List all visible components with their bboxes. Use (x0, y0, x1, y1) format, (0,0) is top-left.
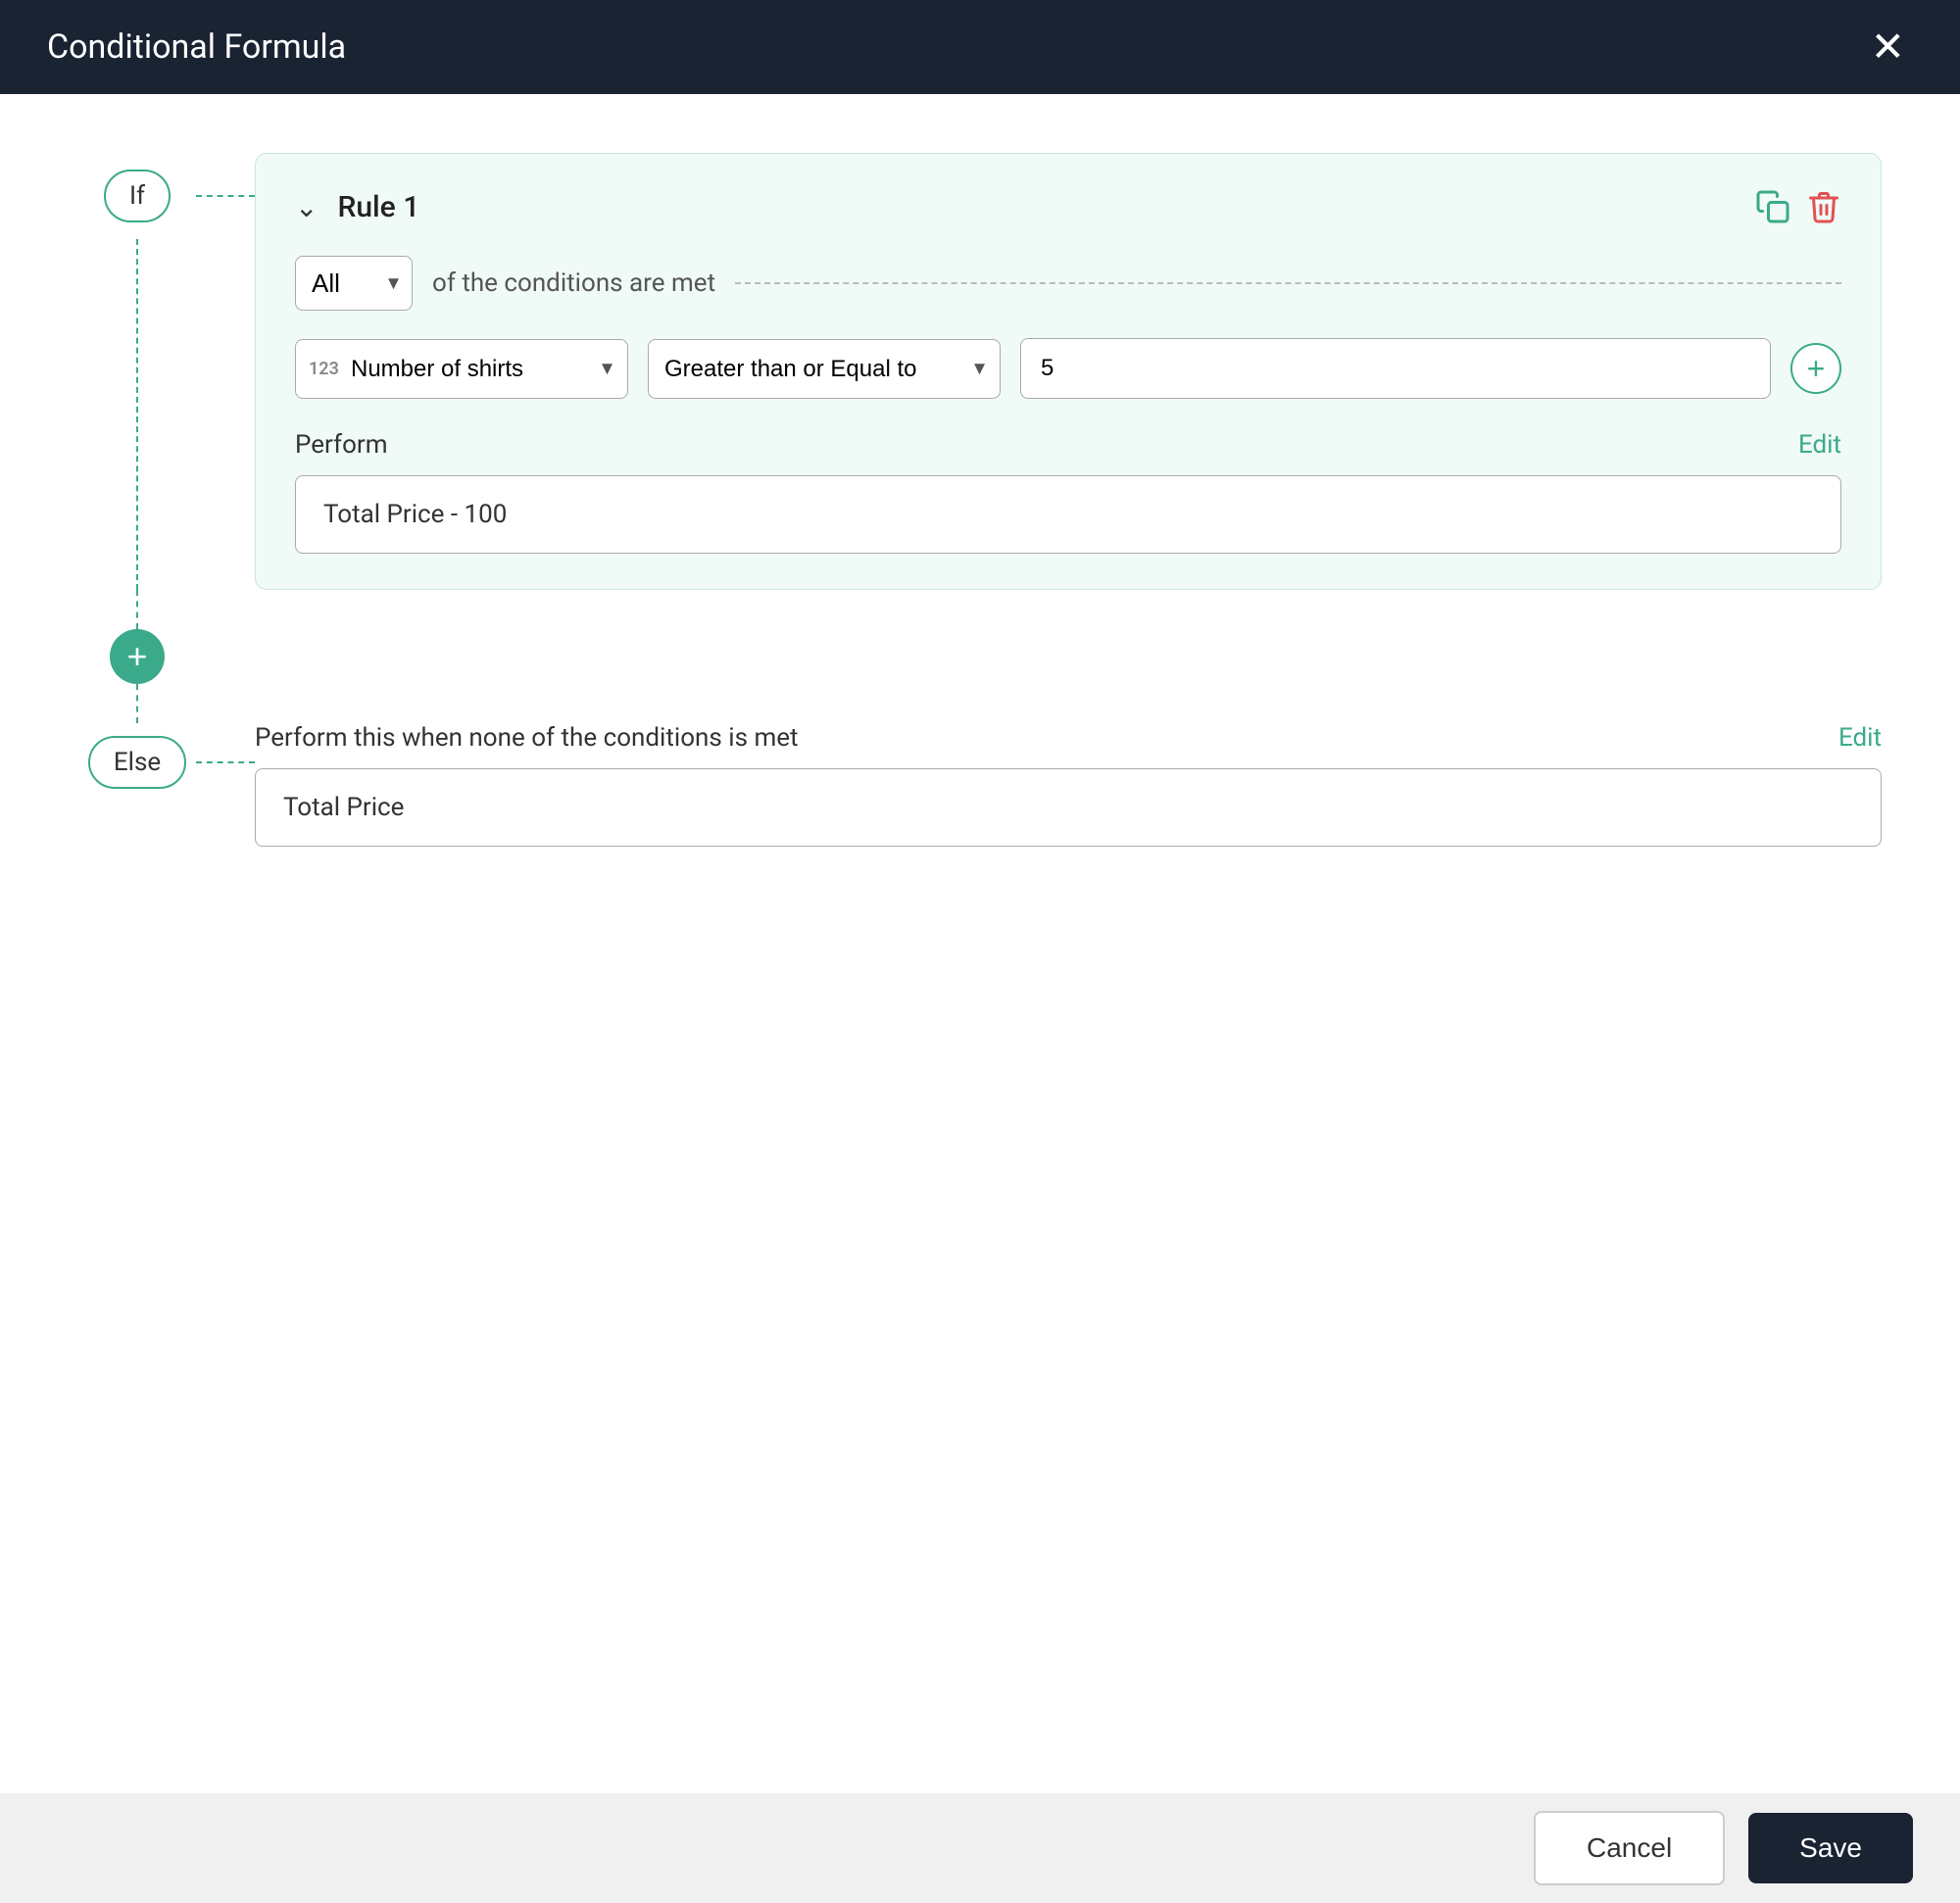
if-badge: If (104, 170, 171, 222)
if-left-col: If (78, 153, 196, 590)
h-connector-else (196, 723, 255, 802)
condition-value-input[interactable] (1020, 338, 1771, 399)
v-line-add-bottom (136, 684, 138, 723)
field-select[interactable]: Number of shirts (295, 339, 628, 399)
add-condition-button[interactable]: + (1790, 343, 1841, 394)
modal-title: Conditional Formula (47, 27, 346, 67)
condition-row: 123 Number of shirts Greater than or Equ… (295, 338, 1841, 399)
rule-card-col: ⌄ Rule 1 (255, 153, 1882, 590)
perform-value: Total Price - 100 (323, 500, 507, 529)
perform-edit-link[interactable]: Edit (1798, 430, 1841, 460)
perform-header: Perform Edit (295, 430, 1841, 460)
conditions-text: of the conditions are met (432, 268, 715, 298)
conditions-header: All Any of the conditions are met (295, 256, 1841, 311)
add-rule-left-col: + (78, 590, 196, 723)
operator-select-wrapper: Greater than or Equal to Equal to Less t… (648, 339, 1001, 399)
add-rule-button[interactable]: + (110, 629, 165, 684)
modal-header: Conditional Formula ✕ (0, 0, 1960, 94)
perform-box: Total Price - 100 (295, 475, 1841, 554)
h-line-if (196, 195, 255, 197)
else-perform-header: Perform this when none of the conditions… (255, 723, 1882, 753)
chevron-down-icon[interactable]: ⌄ (295, 191, 318, 223)
else-content: Perform this when none of the conditions… (255, 723, 1882, 847)
save-button[interactable]: Save (1748, 1813, 1913, 1883)
else-left-col: Else (78, 723, 196, 802)
else-badge: Else (88, 736, 186, 789)
add-rule-row: + (78, 590, 1882, 723)
rule-header-left: ⌄ Rule 1 (295, 190, 419, 224)
rule-header-right (1755, 189, 1841, 224)
modal-body: If ⌄ Rule 1 (0, 94, 1960, 1793)
delete-rule-button[interactable] (1806, 189, 1841, 224)
cancel-button[interactable]: Cancel (1534, 1811, 1725, 1885)
else-edit-link[interactable]: Edit (1838, 723, 1882, 753)
add-condition-icon: + (1807, 351, 1826, 387)
copy-rule-button[interactable] (1755, 189, 1790, 224)
add-rule-icon: + (126, 636, 147, 677)
h-connector-if (196, 153, 255, 590)
else-value: Total Price (283, 793, 404, 822)
else-box: Total Price (255, 768, 1882, 847)
dashed-separator (735, 282, 1841, 284)
else-row: Else Perform this when none of the condi… (78, 723, 1882, 847)
operator-select[interactable]: Greater than or Equal to Equal to Less t… (648, 339, 1001, 399)
if-row: If ⌄ Rule 1 (78, 153, 1882, 590)
rule-header: ⌄ Rule 1 (295, 189, 1841, 224)
perform-label: Perform (295, 430, 388, 460)
field-select-wrapper: 123 Number of shirts (295, 339, 628, 399)
all-select[interactable]: All Any (295, 256, 413, 311)
v-line-if (136, 239, 138, 590)
v-line-add-top (136, 590, 138, 629)
else-perform-text: Perform this when none of the conditions… (255, 723, 799, 753)
h-line-else (196, 761, 255, 763)
close-button[interactable]: ✕ (1863, 19, 1913, 75)
modal: Conditional Formula ✕ If (0, 0, 1960, 1903)
rule-card: ⌄ Rule 1 (255, 153, 1882, 590)
all-select-wrapper: All Any (295, 256, 413, 311)
rule-title: Rule 1 (337, 190, 419, 224)
modal-footer: Cancel Save (0, 1793, 1960, 1903)
close-icon: ✕ (1871, 26, 1905, 68)
